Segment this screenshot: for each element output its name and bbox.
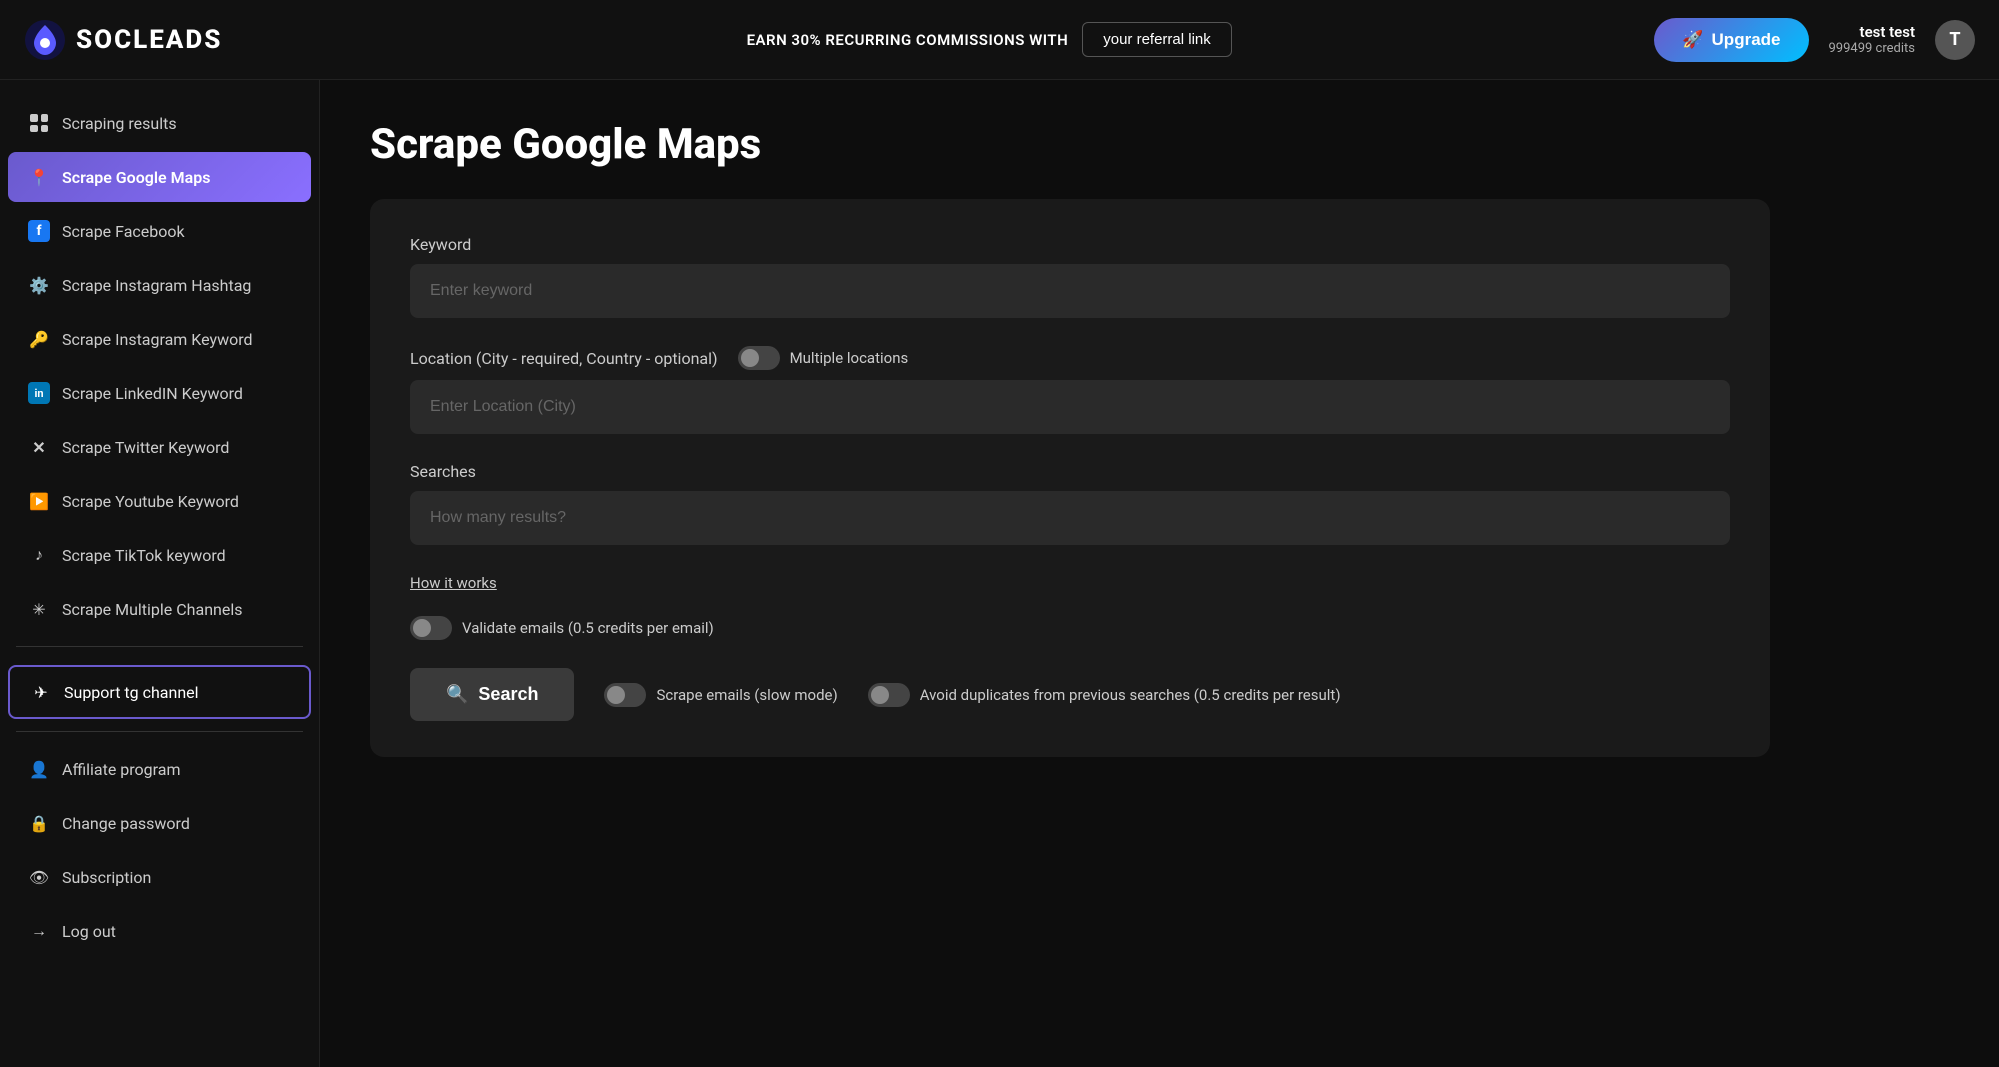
referral-link-button[interactable]: your referral link [1082,22,1232,57]
logout-icon: → [28,920,50,942]
sidebar-item-scrape-twitter-keyword[interactable]: ✕ Scrape Twitter Keyword [8,422,311,472]
scrape-emails-toggle-container[interactable]: Scrape emails (slow mode) [604,683,837,707]
validate-emails-label: Validate emails (0.5 credits per email) [462,619,714,637]
sidebar-divider [16,646,303,647]
sidebar-item-scrape-tiktok-keyword[interactable]: ♪ Scrape TikTok keyword [8,530,311,580]
affiliate-icon: 👤 [28,758,50,780]
keyword-input[interactable] [410,264,1730,318]
twitter-x-icon: ✕ [28,436,50,458]
header-center: EARN 30% RECURRING COMMISSIONS WITH your… [344,22,1634,57]
avoid-duplicates-toggle-container[interactable]: Avoid duplicates from previous searches … [868,683,1341,707]
multiple-locations-label: Multiple locations [790,349,909,367]
facebook-icon: f [28,220,50,242]
how-it-works-link[interactable]: How it works [410,574,497,592]
form-card: Keyword Location (City - required, Count… [370,199,1770,757]
avatar[interactable]: T [1935,20,1975,60]
sidebar-item-scrape-google-maps[interactable]: 📍 Scrape Google Maps [8,152,311,202]
avoid-duplicates-label: Avoid duplicates from previous searches … [920,686,1341,704]
actions-row: 🔍 Search Scrape emails (slow mode) Avoid… [410,668,1730,721]
sidebar-item-scrape-instagram-hashtag[interactable]: ⚙️ Scrape Instagram Hashtag [8,260,311,310]
scrape-emails-label: Scrape emails (slow mode) [656,686,837,704]
tiktok-icon: ♪ [28,544,50,566]
scrape-emails-toggle[interactable] [604,683,646,707]
sidebar-item-scrape-facebook[interactable]: f Scrape Facebook [8,206,311,256]
location-label-row: Location (City - required, Country - opt… [410,346,1730,370]
lock-icon: 🔒 [28,812,50,834]
page-title: Scrape Google Maps [370,120,1949,169]
sidebar-item-scrape-linkedin-keyword[interactable]: in Scrape LinkedIN Keyword [8,368,311,418]
logo-icon [24,19,66,61]
searches-group: Searches [410,462,1730,545]
sidebar-item-scraping-results[interactable]: Scraping results [8,98,311,148]
location-input[interactable] [410,380,1730,434]
sidebar-item-scrape-instagram-keyword[interactable]: 🔑 Scrape Instagram Keyword [8,314,311,364]
grid-icon [28,112,50,134]
search-button[interactable]: 🔍 Search [410,668,574,721]
sidebar-divider-2 [16,731,303,732]
user-info: test test 999499 credits [1829,23,1916,56]
rocket-icon: 🚀 [1682,30,1703,50]
key-icon: 🔑 [28,328,50,350]
sidebar: Scraping results 📍 Scrape Google Maps f … [0,80,320,1067]
search-icon: 🔍 [446,684,468,705]
keyword-label: Keyword [410,235,1730,254]
logo-text: SOCLEADS [76,25,222,55]
sidebar-item-support-tg[interactable]: ✈ Support tg channel [8,665,311,719]
subscription-icon: 👁 [28,866,50,888]
sidebar-item-log-out[interactable]: → Log out [8,906,311,956]
sidebar-item-scrape-youtube-keyword[interactable]: ▶️ Scrape Youtube Keyword [8,476,311,526]
sidebar-item-scrape-multiple-channels[interactable]: ✳ Scrape Multiple Channels [8,584,311,634]
keyword-group: Keyword [410,235,1730,318]
content: Scrape Google Maps Keyword Location (Cit… [320,80,1999,1067]
asterisk-icon: ✳ [28,598,50,620]
sidebar-item-subscription[interactable]: 👁 Subscription [8,852,311,902]
header: SOCLEADS EARN 30% RECURRING COMMISSIONS … [0,0,1999,80]
location-group: Location (City - required, Country - opt… [410,346,1730,434]
logo-area: SOCLEADS [24,19,324,61]
instagram-hashtag-icon: ⚙️ [28,274,50,296]
user-credits: 999499 credits [1829,41,1916,56]
sidebar-item-affiliate-program[interactable]: 👤 Affiliate program [8,744,311,794]
pin-icon: 📍 [28,166,50,188]
main-layout: Scraping results 📍 Scrape Google Maps f … [0,80,1999,1067]
multiple-locations-toggle-container[interactable]: Multiple locations [738,346,909,370]
avoid-duplicates-toggle[interactable] [868,683,910,707]
youtube-icon: ▶️ [28,490,50,512]
user-name: test test [1860,23,1915,41]
searches-label: Searches [410,462,1730,481]
sidebar-item-change-password[interactable]: 🔒 Change password [8,798,311,848]
searches-input[interactable] [410,491,1730,545]
header-right: 🚀 Upgrade test test 999499 credits T [1654,18,1975,62]
validate-emails-toggle[interactable] [410,616,452,640]
location-label: Location (City - required, Country - opt… [410,349,718,368]
telegram-icon: ✈ [30,681,52,703]
multiple-locations-toggle[interactable] [738,346,780,370]
validate-emails-row: Validate emails (0.5 credits per email) [410,616,1730,640]
earn-text: EARN 30% RECURRING COMMISSIONS WITH [747,31,1069,49]
linkedin-icon: in [28,382,50,404]
upgrade-button[interactable]: 🚀 Upgrade [1654,18,1808,62]
